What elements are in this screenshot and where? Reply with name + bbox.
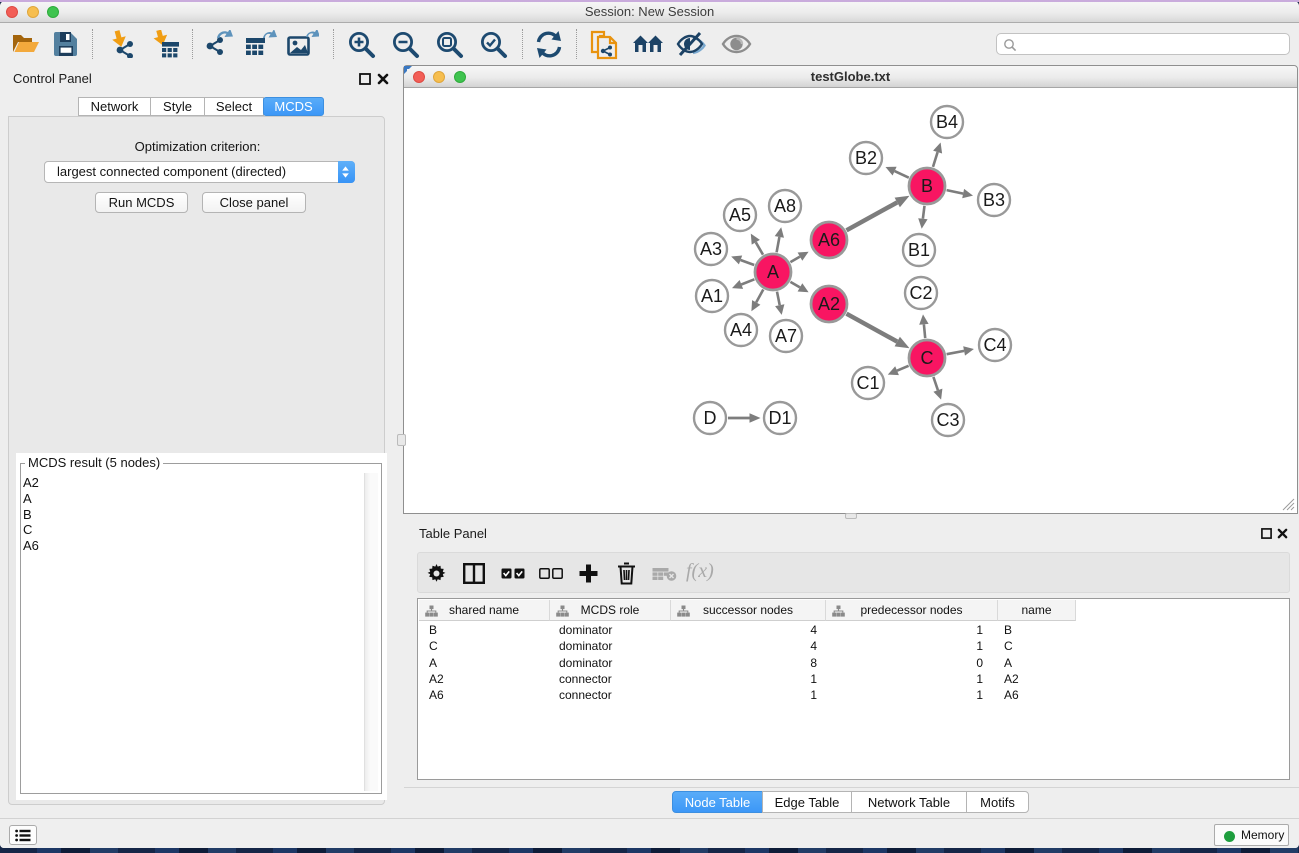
svg-text:D: D <box>704 408 717 428</box>
svg-text:B4: B4 <box>936 112 958 132</box>
svg-text:C1: C1 <box>856 373 879 393</box>
svg-text:B2: B2 <box>855 148 877 168</box>
svg-text:A1: A1 <box>701 286 723 306</box>
svg-text:A8: A8 <box>774 196 796 216</box>
svg-text:A: A <box>767 262 779 282</box>
svg-text:B3: B3 <box>983 190 1005 210</box>
svg-text:A2: A2 <box>818 294 840 314</box>
svg-text:C2: C2 <box>909 283 932 303</box>
svg-text:C4: C4 <box>983 335 1006 355</box>
svg-text:C3: C3 <box>936 410 959 430</box>
svg-text:A5: A5 <box>729 205 751 225</box>
svg-text:A4: A4 <box>730 320 752 340</box>
svg-text:C: C <box>921 348 934 368</box>
svg-text:B1: B1 <box>908 240 930 260</box>
svg-text:A6: A6 <box>818 230 840 250</box>
svg-text:A3: A3 <box>700 239 722 259</box>
svg-text:A7: A7 <box>775 326 797 346</box>
svg-text:D1: D1 <box>768 408 791 428</box>
svg-text:B: B <box>921 176 933 196</box>
